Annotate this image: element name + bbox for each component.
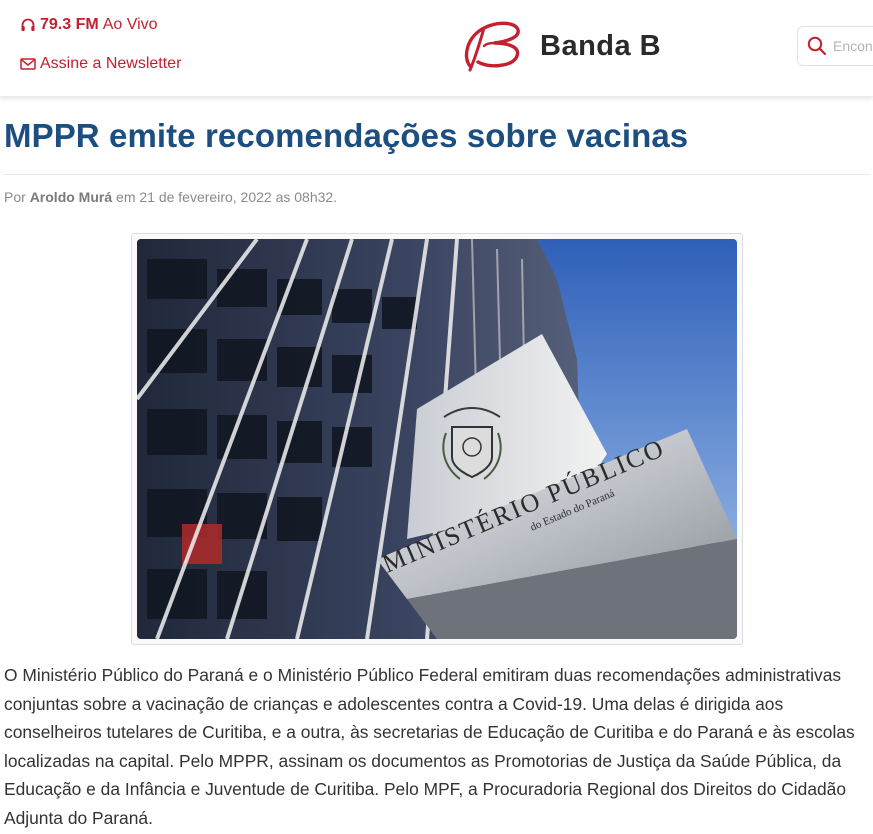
radio-live-link[interactable]: 79.3 FM Ao Vivo bbox=[20, 16, 158, 34]
byline-prefix: Por bbox=[4, 189, 26, 205]
newsletter-link[interactable]: Assine a Newsletter bbox=[20, 55, 181, 73]
site-logo[interactable]: Banda B bbox=[458, 16, 661, 77]
logo-text: Banda B bbox=[540, 30, 662, 62]
radio-status: Ao Vivo bbox=[102, 16, 158, 33]
headphones-icon bbox=[20, 17, 36, 33]
site-header: 79.3 FM Ao Vivo Assine a Newsletter Band… bbox=[0, 0, 873, 97]
featured-image-frame: MINISTÉRIO PÚBLICO do Estado do Paraná bbox=[131, 233, 743, 645]
envelope-icon bbox=[20, 57, 36, 71]
article-title: MPPR emite recomendações sobre vacinas bbox=[4, 117, 689, 154]
article-body: O Ministério Público do Paraná e o Minis… bbox=[4, 665, 855, 828]
search-input[interactable] bbox=[833, 38, 873, 54]
featured-image: MINISTÉRIO PÚBLICO do Estado do Paraná bbox=[137, 239, 737, 639]
banda-b-swoosh-logo bbox=[458, 16, 538, 77]
search-box[interactable] bbox=[797, 26, 873, 66]
title-divider bbox=[4, 174, 870, 175]
article-byline: Por Aroldo Murá em 21 de fevereiro, 2022… bbox=[4, 189, 337, 205]
publish-date: em 21 de fevereiro, 2022 as 08h32. bbox=[116, 189, 338, 205]
search-icon[interactable] bbox=[807, 36, 827, 56]
author-link[interactable]: Aroldo Murá bbox=[30, 189, 112, 205]
radio-frequency: 79.3 FM bbox=[40, 16, 99, 33]
newsletter-label: Assine a Newsletter bbox=[40, 55, 182, 72]
